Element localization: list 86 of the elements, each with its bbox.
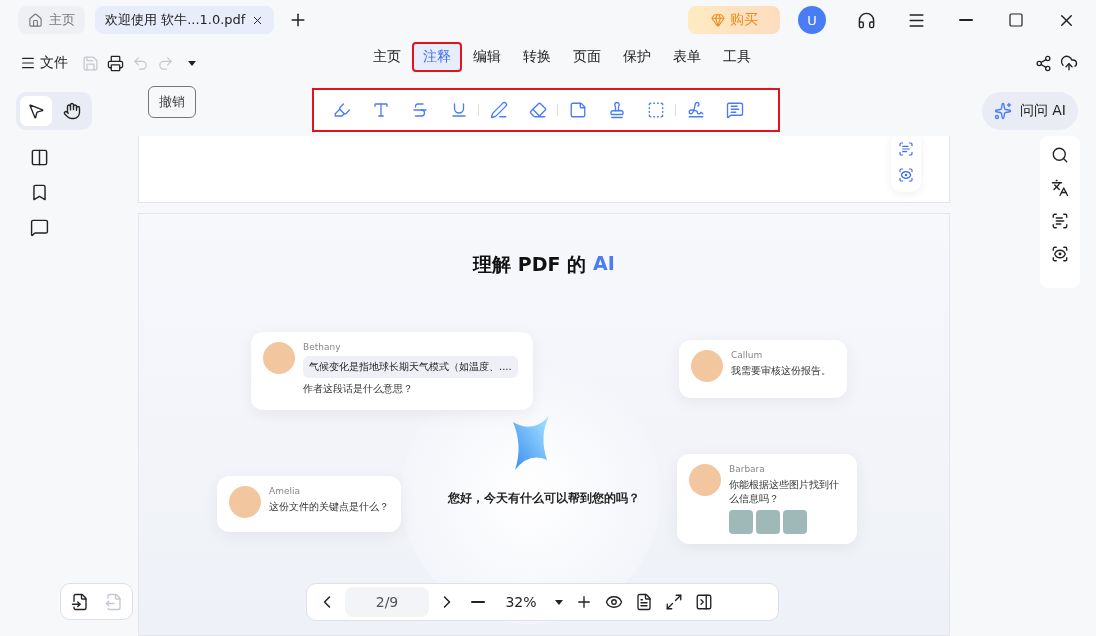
ask-ai-label: 问问 AI: [1019, 102, 1066, 120]
headset-icon: [856, 10, 876, 30]
avatar-placeholder: [229, 486, 261, 518]
page-arrow-icon: [104, 592, 123, 611]
caret-icon: [188, 60, 196, 66]
scan-icon: [898, 167, 914, 183]
strikethrough-icon: [410, 101, 429, 119]
ribbon-tab[interactable]: 保护: [612, 42, 662, 72]
user-name: Amelia: [269, 486, 300, 496]
user-name: Bethany: [303, 342, 341, 352]
message-text: 你能根据这些图片找到什么信息吗？: [729, 478, 840, 506]
page-number-field[interactable]: 2/9: [345, 587, 429, 617]
user-avatar[interactable]: U: [798, 6, 826, 34]
file-label: 文件: [40, 54, 68, 72]
title-accent: AI: [593, 252, 615, 276]
translate-icon: [1051, 179, 1069, 197]
bookmark-icon: [30, 183, 49, 202]
panel-icon: [695, 593, 713, 611]
scan-icon: [898, 141, 914, 157]
tooltip: 撤销: [148, 86, 196, 118]
gem-icon: [710, 13, 725, 27]
tab-label: 欢迎使用 软牛...1.0.pdf: [105, 11, 246, 29]
zoom-level[interactable]: 32%: [495, 594, 547, 610]
highlighter-icon: [332, 101, 351, 119]
greeting-text: 您好，今天有什么可以帮到您的吗？: [448, 491, 640, 505]
comment-icon: [725, 101, 744, 119]
scan-icon: [1051, 212, 1069, 230]
save-icon: [82, 54, 99, 72]
message-text: 作者这段话是什么意思？: [303, 382, 413, 396]
title-text: 理解 PDF 的: [473, 252, 587, 277]
document-tab[interactable]: 主页: [18, 6, 85, 34]
expand-icon: [665, 593, 683, 611]
document-icon: [635, 593, 653, 611]
sparkle-icon: [993, 102, 1012, 120]
document-tab[interactable]: 欢迎使用 软牛...1.0.pdf: [95, 6, 275, 34]
redo-icon: [157, 54, 174, 72]
file-menu[interactable]: 文件: [20, 54, 68, 72]
ribbon-tab[interactable]: 主页: [362, 42, 412, 72]
user-name: Barbara: [729, 464, 765, 474]
plus-icon: [575, 593, 593, 611]
home-icon: [28, 12, 43, 28]
ribbon-tab[interactable]: 表单: [662, 42, 712, 72]
eye-icon: [605, 593, 623, 611]
hand-icon: [63, 102, 81, 120]
menu-icon: [20, 55, 36, 71]
search-icon: [1051, 146, 1069, 164]
ribbon-tab[interactable]: 编辑: [462, 42, 512, 72]
signature-icon: [686, 101, 705, 119]
undo-icon: [132, 54, 149, 72]
printer-icon: [107, 54, 124, 72]
cloud-upload-icon: [1060, 54, 1078, 72]
avatar-placeholder: [689, 464, 721, 496]
maximize-icon: [1008, 12, 1024, 28]
scan-icon: [1051, 245, 1069, 263]
eraser-icon: [528, 101, 547, 119]
user-name: Callum: [731, 350, 763, 360]
underline-icon: [449, 101, 468, 119]
tab-label: 主页: [49, 11, 75, 29]
ribbon-tab[interactable]: 注释: [412, 42, 462, 72]
text-icon: [371, 101, 390, 119]
caret-icon: [555, 599, 563, 605]
stamp-icon: [607, 101, 626, 119]
photo-placeholder: [729, 510, 753, 534]
quote-text: 气候变化是指地球长期天气模式（如温度、....: [303, 356, 518, 378]
ribbon-tab[interactable]: 工具: [712, 42, 762, 72]
dashed-square-icon: [646, 101, 665, 119]
ask-ai-button[interactable]: 问问 AI: [981, 92, 1078, 130]
share-icon: [1035, 54, 1052, 72]
ribbon-tab[interactable]: 页面: [562, 42, 612, 72]
pen-icon: [489, 101, 508, 119]
sticky-note-icon: [568, 101, 587, 119]
avatar-placeholder: [691, 350, 723, 382]
buy-label: 购买: [729, 11, 758, 29]
columns-icon: [30, 148, 49, 167]
photo-placeholder: [783, 510, 807, 534]
avatar-placeholder: [263, 342, 295, 374]
page-arrow-icon: [70, 592, 89, 611]
cursor-icon: [27, 102, 45, 120]
select-tool-button[interactable]: [20, 96, 52, 126]
message-text: 我需要审核这份报告。: [731, 364, 831, 378]
message-text: 这份文件的关键点是什么？: [269, 500, 389, 514]
minimize-icon: [959, 19, 973, 21]
minus-icon: [471, 601, 485, 603]
photo-placeholder: [756, 510, 780, 534]
comment-icon: [30, 218, 49, 237]
ribbon-tab[interactable]: 转换: [512, 42, 562, 72]
